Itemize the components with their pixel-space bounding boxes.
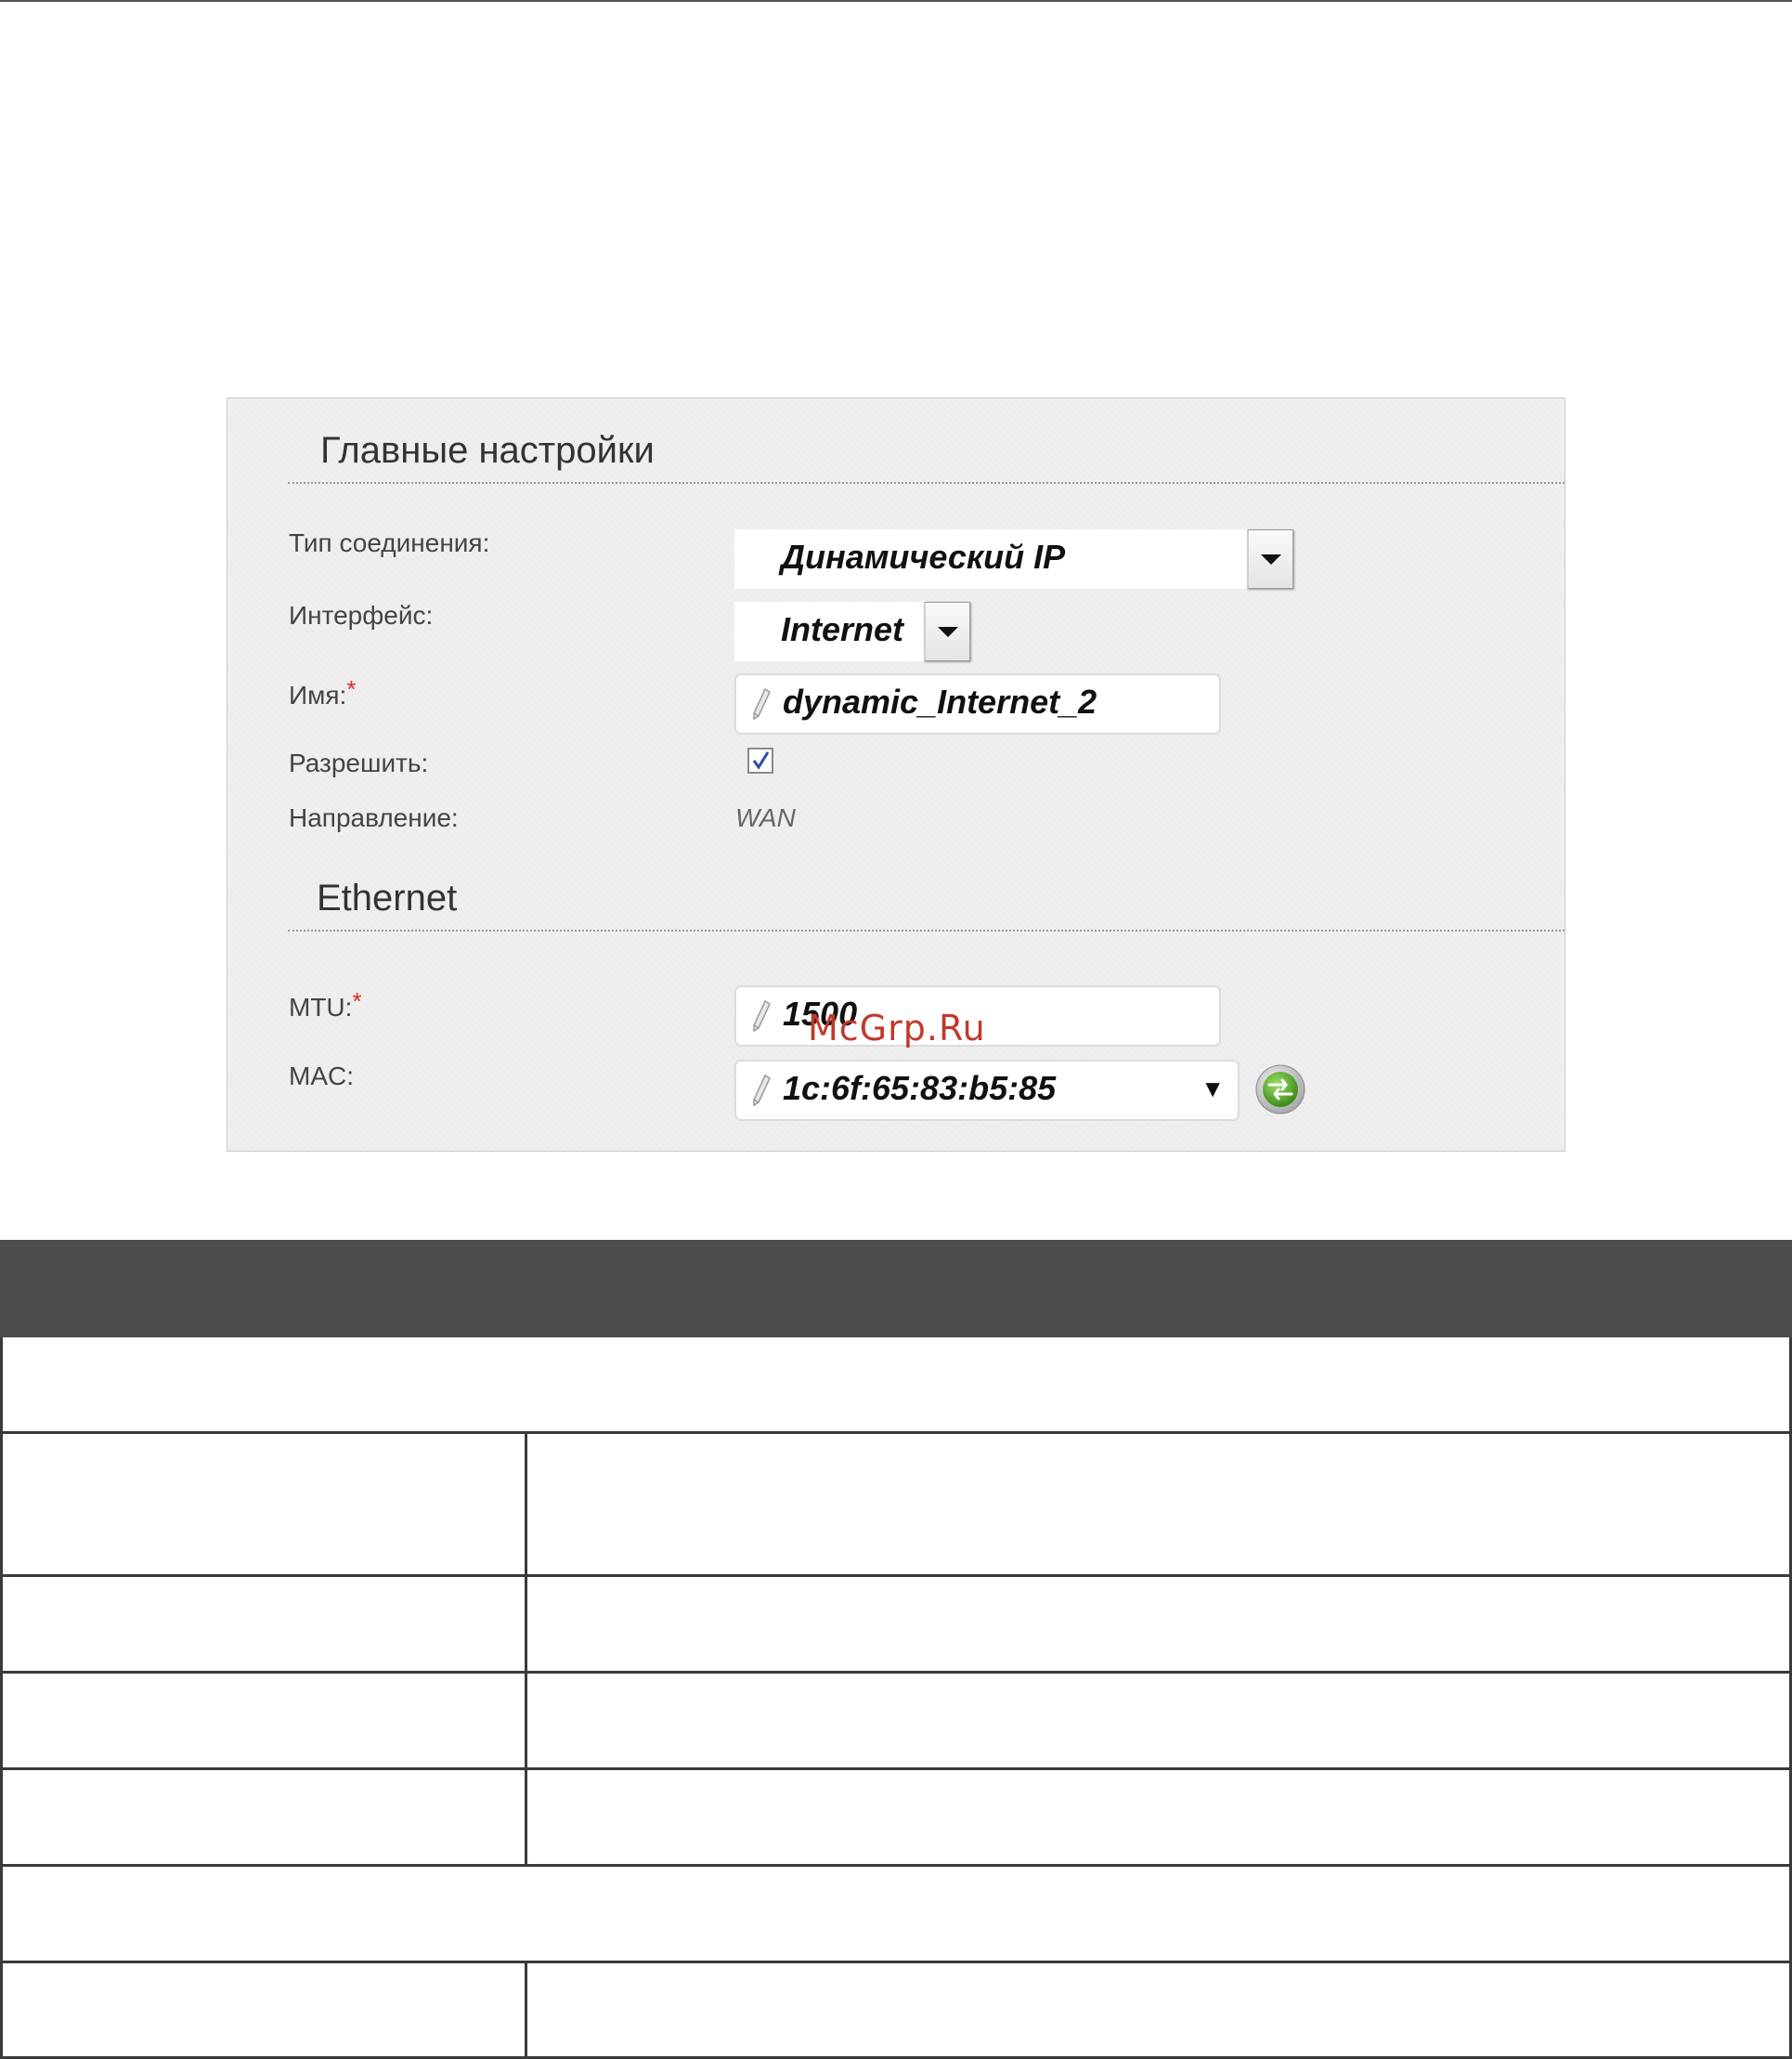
connection-type-value: Динамический IP [781, 538, 1066, 576]
mtu-label: MTU:* [289, 987, 362, 1022]
connection-type-label: Тип соединения: [289, 528, 490, 557]
table-row-divider [0, 1431, 1792, 1434]
table-column-divider [525, 1431, 527, 1864]
table-row-divider [0, 1767, 1792, 1770]
direction-label: Направление: [289, 803, 459, 832]
name-value: dynamic_Internet_2 [783, 683, 1097, 721]
enable-checkbox[interactable] [747, 748, 773, 774]
checkmark-icon [752, 751, 770, 770]
required-mark: * [346, 675, 357, 703]
name-label: Имя:* [289, 675, 357, 710]
mac-value: 1c:6f:65:83:b5:85 [783, 1069, 1057, 1107]
table-row-divider [0, 1864, 1792, 1867]
table-row-divider [0, 1574, 1792, 1577]
mac-label: MAC: [289, 1062, 354, 1090]
table-row-divider [0, 1961, 1792, 1963]
direction-value: WAN [735, 803, 796, 832]
refresh-arrows-icon[interactable] [1254, 1063, 1306, 1115]
interface-value: Internet [781, 610, 904, 648]
section-title-main: Главные настройки [320, 430, 655, 471]
enable-label: Разрешить: [289, 749, 429, 777]
table-header-bar [0, 1240, 1792, 1337]
parameters-table [0, 1337, 1792, 2059]
connection-type-select[interactable]: Динамический IP [734, 529, 1293, 589]
chevron-down-icon[interactable] [1247, 529, 1293, 589]
required-mark: * [352, 987, 362, 1015]
top-rule [0, 0, 1792, 2]
table-column-divider [525, 1961, 527, 2059]
table-row-divider [0, 1671, 1792, 1674]
interface-select[interactable]: Internet [734, 602, 970, 661]
interface-label: Интерфейс: [289, 601, 434, 630]
table-border-left [0, 1337, 3, 2059]
chevron-down-icon[interactable]: ▼ [1201, 1075, 1225, 1103]
pencil-icon [753, 687, 771, 721]
section-title-ethernet: Ethernet [317, 878, 458, 919]
pencil-icon [753, 999, 771, 1033]
pencil-icon [753, 1074, 771, 1107]
watermark: McGrp.Ru [808, 1008, 986, 1049]
mac-combobox[interactable]: 1c:6f:65:83:b5:85 ▼ [734, 1060, 1240, 1121]
name-input[interactable]: dynamic_Internet_2 [734, 673, 1221, 735]
section-divider-main [288, 482, 1565, 484]
section-divider-ethernet [288, 930, 1565, 932]
chevron-down-icon[interactable] [924, 602, 970, 661]
